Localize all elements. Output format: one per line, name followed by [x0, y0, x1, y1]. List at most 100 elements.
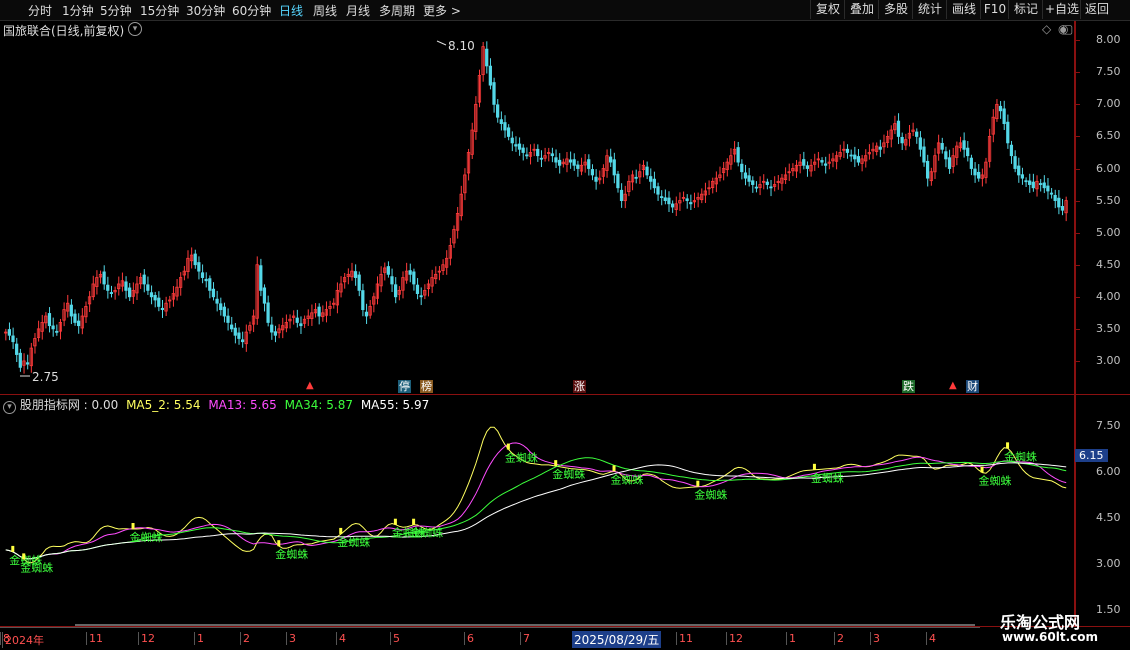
candle[interactable]	[860, 154, 864, 172]
candle[interactable]	[889, 125, 893, 148]
time-axis[interactable]: 2024年 11 12 1 2 3 4 5 6 7 8 2025/08/29/五 11 12 1 2 3 4	[0, 624, 980, 650]
candle[interactable]	[925, 154, 930, 187]
candle[interactable]	[277, 324, 281, 339]
candle[interactable]	[856, 149, 861, 166]
candle[interactable]	[437, 266, 441, 281]
candle[interactable]	[955, 141, 959, 166]
candle[interactable]	[481, 41, 485, 82]
candle[interactable]	[102, 265, 106, 290]
candle[interactable]	[84, 301, 88, 323]
period-tab-4[interactable]: 30分钟	[186, 2, 225, 19]
candle[interactable]	[514, 136, 518, 152]
candle[interactable]	[127, 283, 132, 302]
candle[interactable]	[372, 292, 376, 313]
toolbar-button-6[interactable]: 标记	[1008, 0, 1043, 19]
candle[interactable]	[368, 300, 372, 319]
candle[interactable]	[503, 115, 507, 138]
candle[interactable]	[361, 283, 365, 317]
candle[interactable]	[51, 317, 55, 337]
candle[interactable]	[947, 149, 952, 174]
candle[interactable]	[685, 194, 689, 209]
candle[interactable]	[572, 153, 576, 171]
indicator-chart[interactable]: 金蜘蛛金蜘蛛金蜘蛛金蜘蛛金蜘蛛金蜘蛛金蜘蛛金蜘蛛金蜘蛛 金蜘蛛金蜘蛛金蜘蛛 金蜘蛛金…	[0, 395, 1074, 625]
candle[interactable]	[798, 154, 802, 174]
candle[interactable]	[404, 262, 409, 284]
candle[interactable]	[645, 161, 649, 180]
candle[interactable]	[612, 152, 616, 184]
candle[interactable]	[1002, 100, 1006, 130]
candle[interactable]	[936, 134, 941, 161]
candle[interactable]	[1053, 189, 1057, 209]
candle[interactable]	[342, 272, 347, 289]
candle[interactable]	[619, 183, 624, 208]
candle[interactable]	[878, 139, 882, 158]
candle[interactable]	[991, 109, 995, 143]
candle[interactable]	[193, 249, 197, 269]
candle[interactable]	[44, 311, 48, 329]
candle[interactable]	[448, 237, 452, 266]
candle[interactable]	[696, 192, 700, 208]
candle[interactable]	[496, 99, 500, 123]
candle[interactable]	[284, 314, 288, 333]
candle[interactable]	[565, 152, 569, 173]
candle[interactable]	[335, 282, 339, 314]
toolbar-button-2[interactable]: 多股	[878, 0, 913, 19]
candle[interactable]	[47, 307, 52, 333]
candle[interactable]	[91, 275, 95, 301]
candle[interactable]	[853, 146, 857, 168]
candle[interactable]	[390, 268, 394, 293]
candle[interactable]	[459, 185, 463, 221]
period-tab-7[interactable]: 周线	[313, 2, 337, 19]
candle[interactable]	[667, 191, 671, 213]
candle[interactable]	[674, 196, 678, 216]
candle[interactable]	[670, 200, 675, 213]
candle[interactable]	[291, 310, 296, 325]
candle[interactable]	[823, 156, 828, 174]
candle[interactable]	[874, 142, 879, 156]
candle[interactable]	[211, 282, 216, 301]
candle[interactable]	[747, 167, 751, 187]
candle[interactable]	[831, 152, 835, 168]
candle[interactable]	[762, 174, 766, 190]
candle[interactable]	[802, 151, 806, 170]
candle[interactable]	[893, 115, 897, 135]
toolbar-button-0[interactable]: 复权	[810, 0, 845, 19]
toolbar-button-8[interactable]: 返回	[1080, 0, 1113, 19]
candle[interactable]	[678, 192, 682, 211]
candle[interactable]	[255, 256, 259, 325]
candle[interactable]	[590, 164, 595, 181]
candle[interactable]	[357, 271, 361, 297]
candle[interactable]	[95, 270, 99, 295]
candle[interactable]	[517, 137, 522, 156]
candle[interactable]	[138, 272, 143, 289]
candle[interactable]	[794, 160, 799, 178]
candle[interactable]	[958, 136, 963, 152]
candle[interactable]	[146, 276, 150, 295]
candle[interactable]	[1031, 173, 1035, 192]
toolbar-button-4[interactable]: 画线	[946, 0, 981, 19]
candle[interactable]	[1042, 175, 1046, 194]
candle[interactable]	[598, 170, 602, 185]
candle[interactable]	[528, 144, 533, 165]
candle[interactable]	[525, 147, 529, 160]
candle[interactable]	[736, 141, 740, 167]
candle[interactable]	[455, 206, 460, 239]
candle[interactable]	[80, 308, 84, 335]
candle[interactable]	[281, 317, 285, 339]
candle[interactable]	[521, 144, 525, 161]
candle[interactable]	[215, 290, 219, 312]
candle[interactable]	[120, 272, 124, 292]
candle[interactable]	[827, 153, 831, 170]
candle[interactable]	[532, 143, 536, 157]
candle[interactable]	[434, 266, 438, 285]
candle[interactable]	[415, 278, 420, 300]
candle[interactable]	[386, 261, 390, 278]
candle[interactable]	[408, 263, 412, 283]
candle[interactable]	[248, 321, 252, 334]
candle[interactable]	[1064, 196, 1068, 222]
candle[interactable]	[383, 262, 387, 281]
candle[interactable]	[543, 147, 547, 162]
candle[interactable]	[576, 160, 580, 177]
candle[interactable]	[477, 69, 482, 108]
candle[interactable]	[980, 168, 984, 187]
